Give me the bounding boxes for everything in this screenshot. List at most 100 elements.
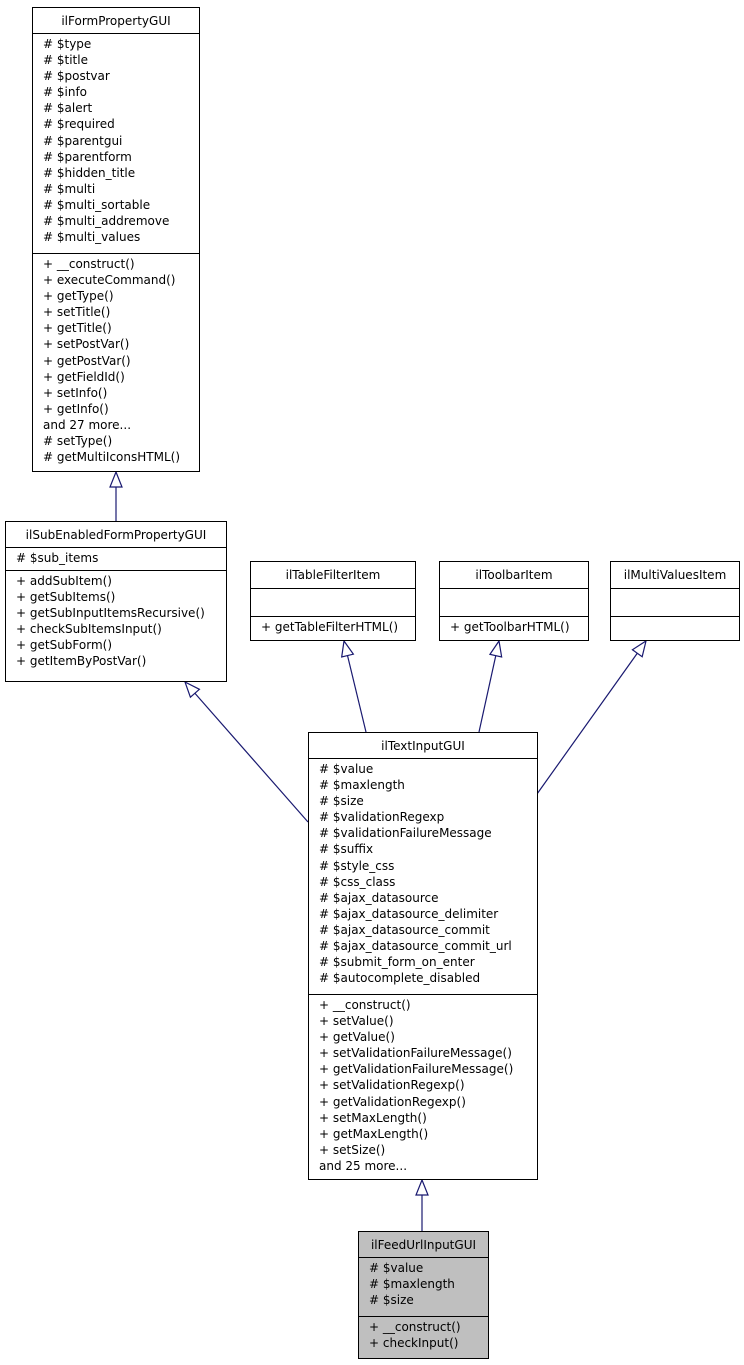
attributes-section: # $value # $maxlength # $size # $validation… — [309, 759, 537, 994]
attribute-ajax-datasource-delimiter[interactable]: # $ajax_datasource_delimiter — [319, 906, 537, 922]
method-getvalidationregexp[interactable]: + getValidationRegexp() — [319, 1094, 537, 1110]
class-name[interactable]: ilFeedUrlInputGUI — [359, 1232, 488, 1258]
method-getmultiiconshtml[interactable]: # getMultiIconsHTML() — [43, 449, 199, 465]
method-checksubitemsinput[interactable]: + checkSubItemsInput() — [16, 621, 226, 637]
more-members-link[interactable]: and 27 more... — [43, 417, 199, 433]
method-getvalidationfailuremessage[interactable]: + getValidationFailureMessage() — [319, 1061, 537, 1077]
methods-section: + addSubItem() + getSubItems() + getSubInp… — [6, 570, 226, 670]
attribute-value[interactable]: # $value — [319, 761, 537, 777]
method-getsubinputitemsrecursive[interactable]: + getSubInputItemsRecursive() — [16, 605, 226, 621]
method-setvalidationregexp[interactable]: + setValidationRegexp() — [319, 1077, 537, 1093]
method-setinfo[interactable]: + setInfo() — [43, 385, 199, 401]
method-checkinput[interactable]: + checkInput() — [369, 1335, 488, 1351]
attributes-section: # $sub_items — [6, 548, 226, 570]
attribute-multi-values[interactable]: # $multi_values — [43, 229, 199, 245]
class-name[interactable]: ilSubEnabledFormPropertyGUI — [6, 522, 226, 548]
class-box-ilsubenabledformpropertygui[interactable]: ilSubEnabledFormPropertyGUI # $sub_items +… — [5, 521, 227, 682]
edge-iltextinputgui-to-iltablefilteritem — [346, 655, 367, 733]
class-name[interactable]: ilTextInputGUI — [309, 733, 537, 759]
attribute-parentform[interactable]: # $parentform — [43, 149, 199, 165]
method-construct[interactable]: + __construct() — [319, 997, 537, 1013]
inheritance-arrowhead-icon — [109, 470, 123, 488]
attribute-multi-sortable[interactable]: # $multi_sortable — [43, 197, 199, 213]
attribute-size[interactable]: # $size — [319, 793, 537, 809]
method-getmaxlength[interactable]: + getMaxLength() — [319, 1126, 537, 1142]
class-name[interactable]: ilTableFilterItem — [251, 562, 415, 589]
edge-iltextinputgui-to-iltoolbaritem — [478, 655, 497, 733]
attributes-section — [440, 589, 588, 616]
methods-section: + __construct() + setValue() + getValue() +… — [309, 994, 537, 1174]
attribute-maxlength[interactable]: # $maxlength — [319, 777, 537, 793]
methods-section: + getToolbarHTML() — [440, 616, 588, 635]
method-setsize[interactable]: + setSize() — [319, 1142, 537, 1158]
attribute-title[interactable]: # $title — [43, 52, 199, 68]
attribute-css-class[interactable]: # $css_class — [319, 874, 537, 890]
method-settitle[interactable]: + setTitle() — [43, 304, 199, 320]
method-gettablefilterhtml[interactable]: + getTableFilterHTML() — [261, 619, 415, 635]
class-box-iltablefilteritem[interactable]: ilTableFilterItem + getTableFilterHTML() — [250, 561, 416, 641]
method-gettitle[interactable]: + getTitle() — [43, 320, 199, 336]
edge-iltextinputgui-to-ilsubenabledformpropertygui — [194, 692, 309, 823]
method-getpostvar[interactable]: + getPostVar() — [43, 353, 199, 369]
method-setpostvar[interactable]: + setPostVar() — [43, 336, 199, 352]
attribute-hidden-title[interactable]: # $hidden_title — [43, 165, 199, 181]
method-getfieldid[interactable]: + getFieldId() — [43, 369, 199, 385]
attributes-section: # $value # $maxlength # $size — [359, 1258, 488, 1316]
method-construct[interactable]: + __construct() — [43, 256, 199, 272]
method-getinfo[interactable]: + getInfo() — [43, 401, 199, 417]
attribute-multi-addremove[interactable]: # $multi_addremove — [43, 213, 199, 229]
attribute-value[interactable]: # $value — [369, 1260, 488, 1276]
attribute-ajax-datasource-commit-url[interactable]: # $ajax_datasource_commit_url — [319, 938, 537, 954]
class-box-iltextinputgui[interactable]: ilTextInputGUI # $value # $maxlength # $siz… — [308, 732, 538, 1180]
methods-section: + __construct() + checkInput() — [359, 1316, 488, 1351]
inheritance-arrowhead-icon — [415, 1178, 429, 1196]
inheritance-arrowhead-icon — [183, 680, 201, 699]
method-getitembypostvar[interactable]: + getItemByPostVar() — [16, 653, 226, 669]
class-box-ilfeedurlinputgui[interactable]: ilFeedUrlInputGUI # $value # $maxlength # $… — [358, 1231, 489, 1359]
attribute-style-css[interactable]: # $style_css — [319, 858, 537, 874]
method-getvalue[interactable]: + getValue() — [319, 1029, 537, 1045]
method-setvalidationfailuremessage[interactable]: + setValidationFailureMessage() — [319, 1045, 537, 1061]
attribute-autocomplete-disabled[interactable]: # $autocomplete_disabled — [319, 970, 537, 986]
method-settype[interactable]: # setType() — [43, 433, 199, 449]
method-setvalue[interactable]: + setValue() — [319, 1013, 537, 1029]
attributes-section — [251, 589, 415, 616]
method-gettype[interactable]: + getType() — [43, 288, 199, 304]
attribute-sub-items[interactable]: # $sub_items — [16, 550, 226, 566]
inheritance-arrowhead-icon — [340, 639, 355, 658]
method-addsubitem[interactable]: + addSubItem() — [16, 573, 226, 589]
method-getsubform[interactable]: + getSubForm() — [16, 637, 226, 653]
inheritance-arrowhead-icon — [631, 639, 647, 658]
class-name[interactable]: ilFormPropertyGUI — [33, 8, 199, 34]
attribute-required[interactable]: # $required — [43, 116, 199, 132]
methods-section: + __construct() + executeCommand() + getTy… — [33, 253, 199, 465]
class-box-iltoolbaritem[interactable]: ilToolbarItem + getToolbarHTML() — [439, 561, 589, 641]
method-gettoolbarhtml[interactable]: + getToolbarHTML() — [450, 619, 588, 635]
class-name[interactable]: ilMultiValuesItem — [611, 562, 739, 589]
attribute-postvar[interactable]: # $postvar — [43, 68, 199, 84]
attribute-type[interactable]: # $type — [43, 36, 199, 52]
attribute-suffix[interactable]: # $suffix — [319, 841, 537, 857]
attribute-ajax-datasource[interactable]: # $ajax_datasource — [319, 890, 537, 906]
methods-section: + getTableFilterHTML() — [251, 616, 415, 635]
attribute-submit-form-on-enter[interactable]: # $submit_form_on_enter — [319, 954, 537, 970]
class-name[interactable]: ilToolbarItem — [440, 562, 588, 589]
attribute-parentgui[interactable]: # $parentgui — [43, 133, 199, 149]
attribute-validationregexp[interactable]: # $validationRegexp — [319, 809, 537, 825]
attribute-size[interactable]: # $size — [369, 1292, 488, 1308]
methods-section — [611, 616, 739, 619]
attribute-ajax-datasource-commit[interactable]: # $ajax_datasource_commit — [319, 922, 537, 938]
attribute-alert[interactable]: # $alert — [43, 100, 199, 116]
method-setmaxlength[interactable]: + setMaxLength() — [319, 1110, 537, 1126]
attribute-maxlength[interactable]: # $maxlength — [369, 1276, 488, 1292]
attribute-multi[interactable]: # $multi — [43, 181, 199, 197]
class-box-ilformpropertygui[interactable]: ilFormPropertyGUI # $type # $title # $postv… — [32, 7, 200, 472]
method-construct[interactable]: + __construct() — [369, 1319, 488, 1335]
class-box-ilmultivaluesitem[interactable]: ilMultiValuesItem — [610, 561, 740, 641]
more-members-link[interactable]: and 25 more... — [319, 1158, 537, 1174]
method-executecommand[interactable]: + executeCommand() — [43, 272, 199, 288]
attribute-validationfailuremessage[interactable]: # $validationFailureMessage — [319, 825, 537, 841]
method-getsubitems[interactable]: + getSubItems() — [16, 589, 226, 605]
inheritance-arrowhead-icon — [488, 639, 503, 658]
attribute-info[interactable]: # $info — [43, 84, 199, 100]
